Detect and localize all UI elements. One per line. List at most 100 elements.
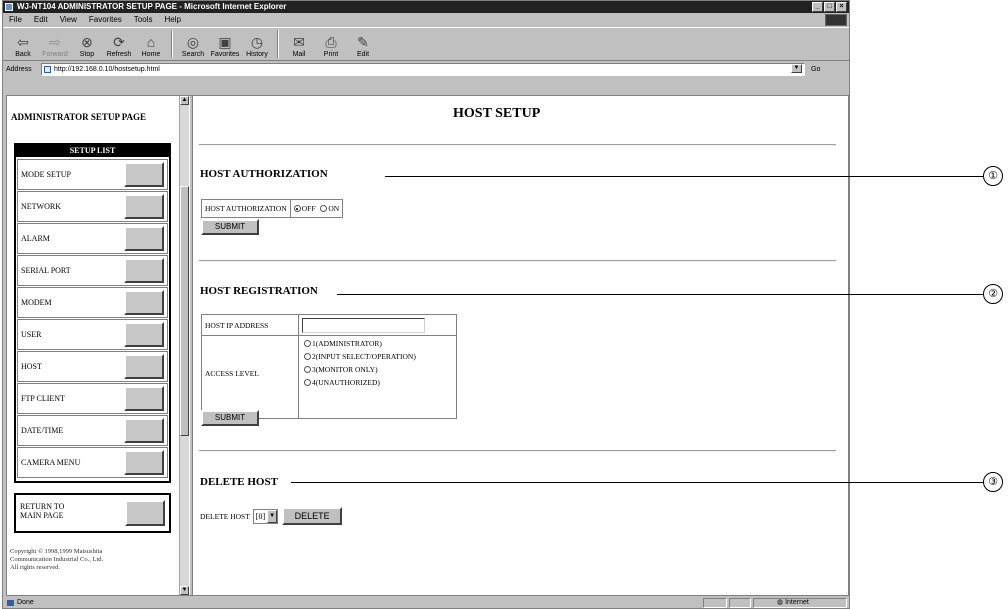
setup-list: SETUP LIST MODE SETUP NETWORK ALARM SERI… [14, 143, 171, 483]
search-icon: ◎ [186, 34, 200, 50]
divider [199, 450, 836, 452]
history-icon: ◷ [250, 34, 264, 50]
divider [199, 260, 836, 262]
home-button[interactable]: ⌂ Home [135, 28, 167, 60]
forward-button[interactable]: ⇨ Forward [39, 28, 71, 60]
search-button[interactable]: ◎ Search [177, 28, 209, 60]
host-authorization-title: HOST AUTHORIZATION [200, 168, 328, 180]
sidebar-item-modem: MODEM [17, 287, 168, 318]
mail-button[interactable]: ✉ Mail [283, 28, 315, 60]
mode-setup-button[interactable] [124, 162, 164, 187]
host-ip-label: HOST IP ADDRESS [205, 321, 269, 330]
address-bar: Address http://192.168.0.10/hostsetup.ht… [3, 62, 849, 77]
address-label: Address [6, 66, 32, 73]
authorization-on-radio[interactable] [320, 205, 328, 212]
scroll-up-icon[interactable]: ▲ [180, 96, 189, 105]
go-button[interactable]: Go [811, 63, 820, 76]
camera-menu-button[interactable] [124, 450, 164, 475]
scroll-down-icon[interactable]: ▼ [180, 586, 189, 595]
print-button[interactable]: ⎙ Print [315, 28, 347, 60]
page-icon [44, 66, 51, 73]
registration-submit-button[interactable]: SUBMIT [201, 410, 259, 426]
window-title: WJ-NT104 ADMINISTRATOR SETUP PAGE - Micr… [17, 2, 287, 11]
host-authorization-row: HOST AUTHORIZATION OFF ON [201, 199, 344, 218]
alarm-button[interactable] [124, 226, 164, 251]
return-main-button[interactable] [125, 500, 165, 526]
serial-port-button[interactable] [124, 258, 164, 283]
sidebar-item-date-time: DATE/TIME [17, 415, 168, 446]
host-button[interactable] [124, 354, 164, 379]
access-option-4[interactable]: 4(UNAUTHORIZED) [304, 378, 380, 387]
access-level-1-radio[interactable] [304, 340, 311, 347]
maximize-button[interactable]: □ [824, 2, 835, 12]
network-button[interactable] [124, 194, 164, 219]
menu-bar: File Edit View Favorites Tools Help [3, 13, 849, 26]
mail-icon: ✉ [293, 34, 305, 50]
delete-button[interactable]: DELETE [282, 507, 343, 525]
menu-view[interactable]: View [60, 13, 77, 26]
sidebar-item-ftp-client: FTP CLIENT [17, 383, 168, 414]
windows-logo-icon [825, 14, 847, 26]
address-input[interactable]: http://192.168.0.10/hostsetup.html [41, 63, 805, 76]
status-pane [703, 598, 727, 608]
callout-2: ② [983, 284, 1003, 304]
date-time-button[interactable] [124, 418, 164, 443]
column-separator [298, 315, 299, 418]
status-bar: Done ◍ Internet [3, 597, 849, 609]
favorites-icon: ▣ [218, 34, 232, 50]
page-content: ADMINISTRATOR SETUP PAGE SETUP LIST MODE… [6, 95, 849, 596]
scroll-thumb[interactable] [180, 186, 189, 436]
menu-help[interactable]: Help [164, 13, 180, 26]
left-frame: ADMINISTRATOR SETUP PAGE SETUP LIST MODE… [7, 96, 189, 595]
ftp-client-button[interactable] [124, 386, 164, 411]
authorization-submit-button[interactable]: SUBMIT [201, 219, 259, 235]
stop-icon: ⊗ [81, 34, 93, 50]
status-text: Done [7, 597, 34, 609]
stop-button[interactable]: ⊗ Stop [71, 28, 103, 60]
access-option-2[interactable]: 2(INPUT SELECT/OPERATION) [304, 352, 416, 361]
access-level-4-radio[interactable] [304, 379, 311, 386]
menu-edit[interactable]: Edit [34, 13, 48, 26]
copyright-text: Copyright © 1998,1999 Matsushita Communi… [10, 548, 104, 571]
delete-host-title: DELETE HOST [200, 476, 278, 488]
return-to-main: RETURN TO MAIN PAGE [14, 493, 171, 533]
modem-button[interactable] [124, 290, 164, 315]
menu-tools[interactable]: Tools [134, 13, 153, 26]
return-label: RETURN TO MAIN PAGE [20, 502, 65, 520]
menu-file[interactable]: File [9, 13, 22, 26]
host-registration-title: HOST REGISTRATION [200, 285, 318, 297]
access-level-3-radio[interactable] [304, 366, 311, 373]
toolbar-separator [171, 30, 173, 58]
delete-host-label: DELETE HOST [200, 511, 250, 521]
minimize-button[interactable]: _ [812, 2, 823, 12]
sidebar-item-network: NETWORK [17, 191, 168, 222]
access-option-3[interactable]: 3(MONITOR ONLY) [304, 365, 378, 374]
sidebar-item-alarm: ALARM [17, 223, 168, 254]
authorization-options: OFF ON [291, 200, 342, 217]
sidebar-item-serial-port: SERIAL PORT [17, 255, 168, 286]
back-button[interactable]: ⇦ Back [7, 28, 39, 60]
edit-button[interactable]: ✎ Edit [347, 28, 379, 60]
address-dropdown-icon[interactable]: ▼ [791, 64, 802, 73]
chevron-down-icon[interactable]: ▼ [267, 509, 278, 523]
delete-host-select[interactable]: [0] ▼ [252, 508, 279, 524]
print-icon: ⎙ [325, 34, 337, 50]
forward-arrow-icon: ⇨ [49, 34, 61, 50]
left-scrollbar[interactable]: ▲ ▼ [179, 96, 189, 595]
title-bar: WJ-NT104 ADMINISTRATOR SETUP PAGE - Micr… [3, 1, 849, 13]
host-ip-input[interactable] [302, 318, 425, 333]
close-button[interactable]: × [836, 2, 847, 12]
back-arrow-icon: ⇦ [17, 34, 29, 50]
setup-list-title: SETUP LIST [16, 145, 169, 157]
history-button[interactable]: ◷ History [241, 28, 273, 60]
menu-favorites[interactable]: Favorites [89, 13, 122, 26]
access-level-2-radio[interactable] [304, 353, 311, 360]
sidebar-item-mode-setup: MODE SETUP [17, 159, 168, 190]
refresh-button[interactable]: ⟳ Refresh [103, 28, 135, 60]
user-button[interactable] [124, 322, 164, 347]
favorites-button[interactable]: ▣ Favorites [209, 28, 241, 60]
ip-row: HOST IP ADDRESS [202, 315, 456, 336]
delete-host-row: DELETE HOST [0] ▼ DELETE [200, 507, 343, 525]
authorization-off-radio[interactable] [293, 205, 301, 212]
access-option-1[interactable]: 1(ADMINISTRATOR) [304, 339, 382, 348]
